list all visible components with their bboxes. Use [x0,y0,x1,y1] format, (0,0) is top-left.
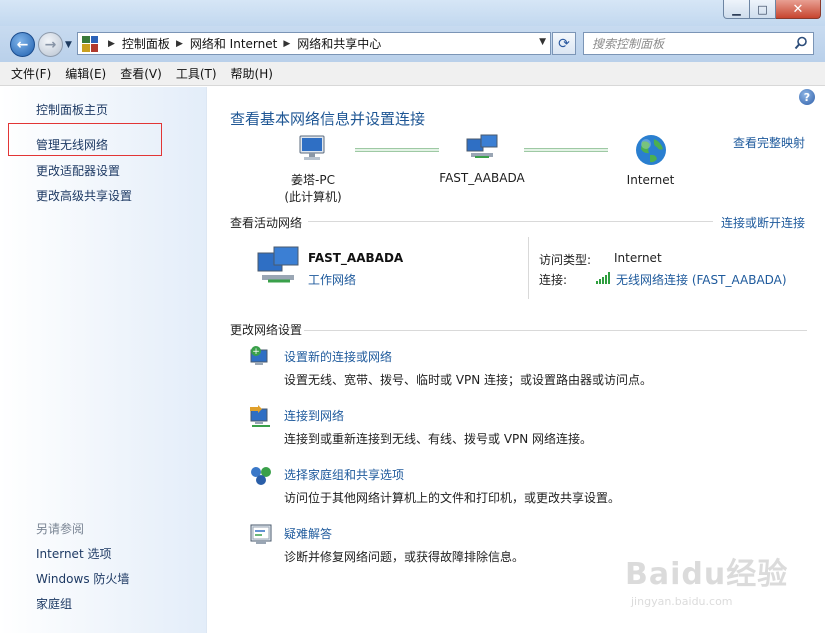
connect-to-network-link[interactable]: 连接到网络 [284,407,344,424]
maximize-button[interactable]: □ [750,0,776,19]
breadcrumb-separator[interactable]: ▶ [283,39,290,49]
internet-options-link[interactable]: Internet 选项 [36,545,111,562]
recent-pages-dropdown[interactable]: ▼ [65,40,72,50]
connect-network-icon [250,405,270,427]
left-navigation-pane: 控制面板主页 管理无线网络 更改适配器设置 更改高级共享设置 另请参阅 Inte… [0,87,207,633]
troubleshoot-icon [250,524,272,544]
control-panel-icon [82,35,98,52]
section-divider [308,221,713,222]
link-line [524,148,608,152]
link-line [355,148,439,152]
homegroup-sharing-link[interactable]: 选择家庭组和共享选项 [284,466,404,483]
refresh-icon: ⟳ [558,35,570,52]
breadcrumb-separator[interactable]: ▶ [176,39,183,49]
breadcrumb-separator[interactable]: ▶ [108,39,115,49]
control-panel-home-link[interactable]: 控制面板主页 [36,101,108,118]
help-icon[interactable]: ? [799,89,815,105]
address-bar[interactable]: ▶ 控制面板 ▶ 网络和 Internet ▶ 网络和共享中心 ▼ [77,32,551,55]
network-type-link[interactable]: 工作网络 [308,271,356,288]
search-placeholder: 搜索控制面板 [592,37,665,51]
active-networks-heading: 查看活动网络 [230,216,303,230]
svg-text:+: + [252,347,260,357]
menu-edit[interactable]: 编辑(E) [65,65,106,82]
computer-name: 姜塔-PC [291,173,335,187]
signal-strength-icon [596,272,610,284]
setup-new-connection-desc: 设置无线、宽带、拨号、临时或 VPN 连接；或设置路由器或访问点。 [284,373,653,387]
back-arrow-icon: ← [16,36,29,53]
this-computer-node: 姜塔-PC (此计算机) [278,133,348,205]
refresh-button[interactable]: ⟳ [552,32,576,55]
minimize-button[interactable]: ▁ [723,0,750,19]
menu-help[interactable]: 帮助(H) [231,65,273,82]
breadcrumb-network-sharing-center[interactable]: 网络和共享中心 [297,35,381,52]
change-adapter-settings-link[interactable]: 更改适配器设置 [36,162,120,179]
minimize-icon: ▁ [732,2,741,16]
homegroup-icon [251,467,271,485]
access-type-value: Internet [614,251,662,265]
back-button[interactable]: ← [10,32,35,57]
internet-name: Internet [626,173,675,187]
menu-view[interactable]: 查看(V) [120,65,162,82]
baidu-watermark: Baidu经验 jingyan.baidu.com [625,549,795,619]
change-settings-heading: 更改网络设置 [230,323,303,337]
menu-tools[interactable]: 工具(T) [176,65,217,82]
connect-disconnect-link[interactable]: 连接或断开连接 [721,214,805,231]
title-bar[interactable]: ▁ □ ✕ [0,0,825,26]
network-icon [466,134,498,158]
change-advanced-sharing-link[interactable]: 更改高级共享设置 [36,187,132,204]
close-icon: ✕ [792,1,804,17]
see-full-map-link[interactable]: 查看完整映射 [733,134,805,151]
watermark-logo-text: Baidu经验 [625,557,789,592]
maximize-icon: □ [757,2,768,16]
vertical-divider [528,237,529,299]
forward-button[interactable]: → [38,32,63,57]
breadcrumb-control-panel[interactable]: 控制面板 [122,35,170,52]
watermark-url: jingyan.baidu.com [631,595,733,608]
homegroup-link[interactable]: 家庭组 [36,595,72,612]
menu-file[interactable]: 文件(F) [11,65,51,82]
connection-label: 连接: [539,273,568,287]
main-content: ? 查看基本网络信息并设置连接 查看完整映射 姜塔-PC (此计算机) FAST… [208,87,825,633]
menu-bar: 文件(F) 编辑(E) 查看(V) 工具(T) 帮助(H) [0,62,825,86]
troubleshoot-desc: 诊断并修复网络问题，或获得故障排除信息。 [284,550,525,564]
address-dropdown-icon[interactable]: ▼ [539,37,546,47]
active-network-icon [257,246,299,283]
router-node: FAST_AABADA [434,133,530,185]
troubleshoot-link[interactable]: 疑难解答 [284,525,332,542]
new-connection-icon: + [250,346,268,365]
navigation-bar: ← → ▼ ▶ 控制面板 ▶ 网络和 Internet ▶ 网络和共享中心 ▼ … [0,26,825,62]
router-name: FAST_AABADA [439,171,525,185]
forward-arrow-icon: → [44,36,57,53]
window-controls: ▁ □ ✕ [723,0,821,19]
wireless-connection-link[interactable]: 无线网络连接 (FAST_AABADA) [616,271,787,288]
close-button[interactable]: ✕ [776,0,821,19]
setup-new-connection-link[interactable]: 设置新的连接或网络 [284,348,392,365]
search-box[interactable]: 搜索控制面板 [583,32,814,55]
internet-node[interactable]: Internet [613,133,688,187]
see-also-heading: 另请参阅 [36,522,85,536]
homegroup-sharing-desc: 访问位于其他网络计算机上的文件和打印机，或更改共享设置。 [284,491,621,505]
computer-subtitle: (此计算机) [284,190,342,204]
search-icon[interactable] [794,36,808,50]
manage-wireless-networks-link[interactable]: 管理无线网络 [36,136,108,153]
page-title: 查看基本网络信息并设置连接 [230,110,426,128]
section-divider [304,330,807,331]
windows-firewall-link[interactable]: Windows 防火墙 [36,570,129,587]
breadcrumb-network-internet[interactable]: 网络和 Internet [190,35,277,52]
connect-to-network-desc: 连接到或重新连接到无线、有线、拨号或 VPN 网络连接。 [284,432,593,446]
computer-icon [299,135,325,160]
globe-icon [635,135,666,165]
access-type-label: 访问类型: [539,253,592,267]
active-network-name: FAST_AABADA [308,251,404,265]
